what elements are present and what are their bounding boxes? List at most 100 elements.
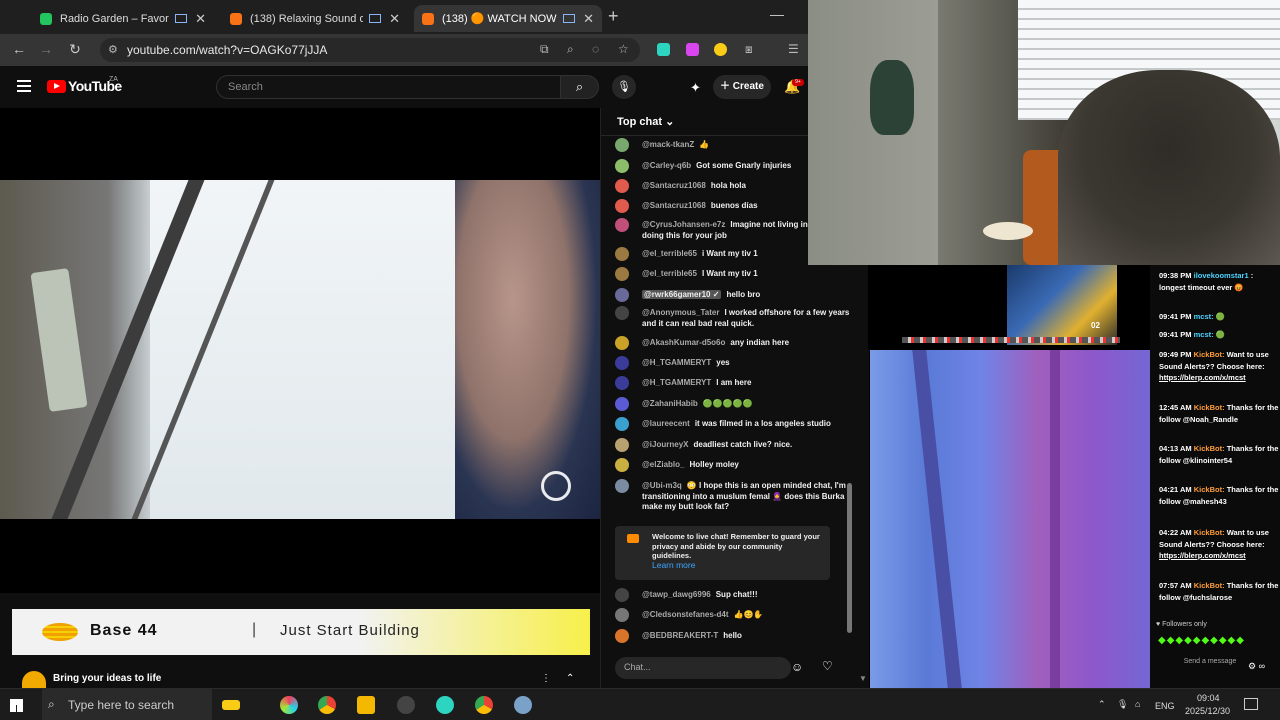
message-author[interactable]: @BEDBREAKERT-T (642, 631, 718, 640)
heart-icon[interactable]: ♡ (822, 659, 833, 673)
learn-more-link[interactable]: Learn more (652, 560, 695, 570)
avatar[interactable] (615, 376, 629, 390)
chat-scrollbar[interactable] (847, 483, 852, 633)
obs-icon[interactable] (397, 696, 415, 714)
create-button[interactable]: ＋ Create (713, 75, 771, 99)
bookmark-star-icon[interactable]: ☆ (618, 42, 629, 56)
close-tab-icon[interactable]: ✕ (195, 11, 206, 27)
windows-start-icon[interactable] (10, 699, 23, 712)
avatar[interactable] (615, 458, 629, 472)
app-icon[interactable] (280, 696, 298, 714)
forward-arrow-icon[interactable]: → (37, 41, 55, 57)
avatar[interactable] (615, 159, 629, 173)
message-author[interactable]: @iJourneyX (642, 440, 688, 449)
message-author[interactable]: @Santacruz1068 (642, 181, 706, 190)
avatar[interactable] (615, 608, 629, 622)
ad-title[interactable]: Bring your ideas to life (53, 673, 161, 684)
chrome-icon[interactable] (475, 696, 493, 714)
microphone-icon[interactable]: 🎙 (612, 75, 636, 99)
message-author[interactable]: @CyrusJohansen-e7z (642, 220, 725, 229)
app-icon[interactable] (436, 696, 454, 714)
message-author[interactable]: @tawp_dawg6996 (642, 590, 711, 599)
message-author[interactable]: @Santacruz1068 (642, 201, 706, 210)
chevron-up-icon[interactable]: ⌃ (566, 673, 574, 684)
search-input[interactable] (228, 81, 548, 93)
sparkle-icon[interactable] (222, 700, 240, 710)
puzzle-icon[interactable]: ⧆ (745, 42, 753, 57)
close-tab-icon[interactable]: ✕ (389, 11, 400, 27)
address-bar[interactable]: ⚙ youtube.com/watch?v=OAGKo77jJJA (100, 38, 640, 62)
avatar[interactable] (615, 138, 629, 152)
search-box[interactable] (216, 75, 561, 99)
avatar[interactable] (615, 306, 629, 320)
kick-username[interactable]: mcst: (1194, 312, 1214, 321)
avatar[interactable] (615, 479, 629, 493)
avatar[interactable] (615, 179, 629, 193)
zoom-icon[interactable]: ⌕ (567, 42, 574, 57)
message-author[interactable]: @AkashKumar-d5o6o (642, 338, 725, 347)
minimize-button[interactable]: — (770, 6, 784, 22)
kick-link[interactable]: https://blerp.com/x/mcst (1159, 373, 1246, 382)
avatar[interactable] (615, 397, 629, 411)
kick-username[interactable]: KickBot: (1194, 444, 1225, 453)
search-button[interactable]: ⌕ (561, 75, 599, 99)
avatar[interactable] (615, 438, 629, 452)
message-author[interactable]: @elZiablo_ (642, 460, 684, 469)
message-author[interactable]: @mack-tkanZ (642, 140, 694, 149)
avatar[interactable] (615, 288, 629, 302)
notification-center-icon[interactable] (1244, 698, 1258, 710)
kick-username[interactable]: KickBot: (1194, 581, 1225, 590)
avatar[interactable] (615, 629, 629, 643)
chrome-icon[interactable] (318, 696, 336, 714)
emoji-icon[interactable]: ☺ (791, 660, 803, 674)
scroll-down-icon[interactable]: ▼ (859, 674, 867, 683)
message-author[interactable]: @Anonymous_Tater (642, 308, 719, 317)
tray-chevron-icon[interactable]: ⌃ (1098, 699, 1106, 710)
clock-date[interactable]: 2025/12/30 (1185, 706, 1230, 716)
tab-watch-now[interactable]: (138) 🟠 WATCH NOW: Mo ✕ (414, 5, 602, 32)
kick-username[interactable]: KickBot: (1194, 403, 1225, 412)
channel-watermark-icon[interactable] (541, 471, 571, 501)
kick-username[interactable]: mcst: (1194, 330, 1214, 339)
taskbar-search[interactable]: ⌕ Type here to search (42, 689, 212, 720)
message-author[interactable]: @H_TGAMMERYT (642, 378, 711, 387)
kick-settings-icon[interactable]: ⚙ ∞ (1248, 661, 1265, 672)
message-author[interactable]: @Carley-q6b (642, 161, 691, 170)
tab-radio-garden[interactable]: Radio Garden – Favorites ✕ (32, 5, 214, 32)
kick-username[interactable]: KickBot: (1194, 485, 1225, 494)
ad-banner[interactable]: Base 44 | Just Start Building (12, 609, 590, 655)
message-author[interactable]: @el_terrible65 (642, 249, 697, 258)
avatar[interactable] (615, 417, 629, 431)
back-arrow-icon[interactable]: ← (10, 41, 28, 57)
kick-link[interactable]: https://blerp.com/x/mcst (1159, 551, 1246, 560)
kick-username[interactable]: KickBot: (1194, 528, 1225, 537)
message-author[interactable]: @ZahaniHabib (642, 399, 698, 408)
message-author[interactable]: @Ubi-m3q (642, 481, 682, 490)
eye-off-icon[interactable]: ◌ (592, 42, 599, 56)
avatar[interactable] (615, 588, 629, 602)
menu-icon[interactable]: ☰ (788, 42, 799, 56)
hamburger-menu-icon[interactable] (17, 80, 31, 92)
kick-username[interactable]: KickBot: (1194, 350, 1225, 359)
youtube-logo-icon[interactable] (47, 80, 66, 93)
close-tab-icon[interactable]: ✕ (583, 11, 594, 27)
chat-input[interactable] (624, 662, 784, 672)
message-author[interactable]: @H_TGAMMERYT (642, 358, 711, 367)
tab-relaxing-rain[interactable]: (138) Relaxing Sound of Rain ✕ (222, 5, 408, 32)
new-tab-button[interactable]: + (608, 6, 619, 27)
extension-icon[interactable] (686, 43, 699, 56)
reload-icon[interactable]: ↻ (66, 41, 84, 58)
clock-time[interactable]: 09:04 (1197, 693, 1220, 703)
extension-icon[interactable] (657, 43, 670, 56)
network-icon[interactable]: ⌂ (1135, 699, 1140, 709)
message-author[interactable]: @Cledsonstefanes-d4t (642, 610, 728, 619)
avatar[interactable] (615, 336, 629, 350)
avatar[interactable] (615, 267, 629, 281)
message-author[interactable]: @el_terrible65 (642, 269, 697, 278)
avatar[interactable] (615, 356, 629, 370)
avatar[interactable] (615, 247, 629, 261)
message-author[interactable]: @laureecent (642, 419, 690, 428)
mic-tray-icon[interactable]: 🎙 (1117, 699, 1128, 710)
cast-icon[interactable]: ✦ (690, 80, 701, 96)
message-author[interactable]: @rwrk66gamer10 ✓ (642, 290, 722, 299)
